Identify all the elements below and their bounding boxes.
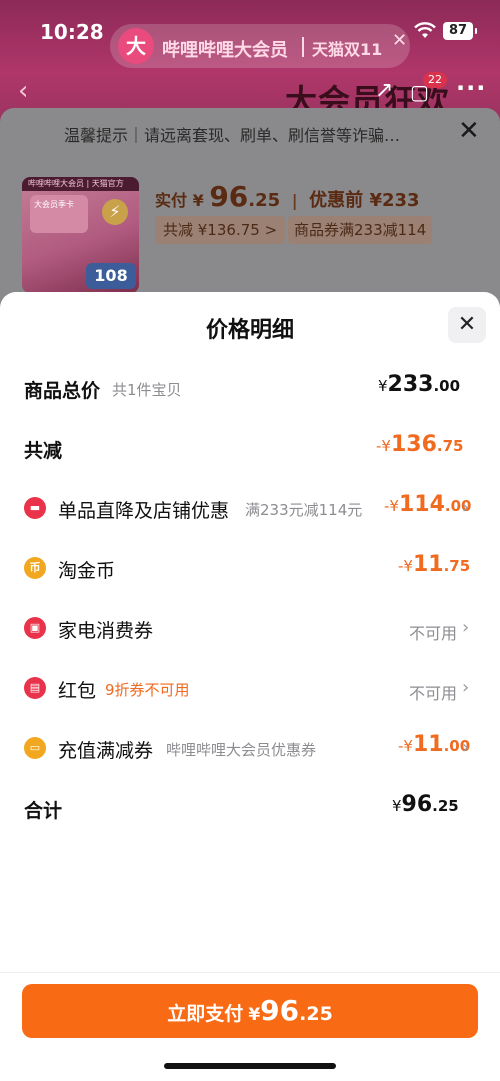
sheet-title: 价格明细 [205,318,294,343]
pay-dec: .25 [299,1003,333,1025]
row-coins: 币 淘金币 -¥11.75 [0,548,500,588]
row-amount: -¥11.00 [398,732,470,757]
row-total-price: 商品总价 共1件宝贝 ¥233.00 [0,368,500,408]
chevron-right-icon: › [462,617,470,638]
recharge-icon: ▭ [24,737,46,759]
row-title: 合计 [24,800,63,822]
amount-symbol: -¥ [384,497,399,515]
amount-int: 11 [412,552,444,577]
paid-price-line: 实付 ¥ 96.25 | 优惠前 ¥233 [155,180,420,213]
amount-dec: .00 [433,377,461,395]
chevron-right-icon: › [462,497,470,518]
row-sub: 满233元减114元 [245,501,363,519]
row-title: 充值满减券 [58,740,154,762]
pay-now-button[interactable]: 立即支付 ¥96.25 [22,984,478,1038]
amount-dec: .25 [432,797,459,815]
amount-int: 233 [387,372,434,397]
coupon-chip: 商品券满233减114 [288,216,433,244]
row-title: 共减 [24,440,63,462]
row-title: 单品直降及店铺优惠 [58,500,230,522]
lightning-icon: ⚡ [102,199,128,225]
row-status: 不可用 [409,624,458,643]
capsule-close-icon[interactable]: ✕ [392,30,407,51]
home-indicator [164,1063,336,1069]
price-before-discount: 优惠前 ¥233 [309,190,420,211]
row-title: 淘金币 [58,560,116,582]
share-icon[interactable]: ↗ [375,78,393,103]
thumbnail-price-badge: 108 [86,263,136,289]
amount-symbol: -¥ [398,737,413,755]
amount-dec: .75 [443,557,471,575]
amount-symbol: -¥ [398,557,413,575]
capsule-divider [302,37,304,57]
amount-symbol: ¥ [378,377,388,395]
status-time: 10:28 [40,20,104,44]
red-packet-icon: ▤ [24,677,46,699]
voucher-icon: ▣ [24,617,46,639]
pay-currency: ¥ [248,1005,261,1025]
paid-label: 实付 [155,191,188,210]
total-discount-chip[interactable]: 共减 ¥136.75 > [155,216,286,244]
more-icon[interactable]: ··· [456,74,486,102]
row-amount: ¥96.25 [392,792,459,817]
row-amount: -¥136.75 [376,432,463,457]
sheet-close-icon[interactable]: ✕ [448,307,486,343]
battery-indicator: 87 [443,22,477,40]
chevron-right-icon: › [462,677,470,698]
row-red-packet[interactable]: ▤ 红包 9折券不可用 不可用 › [0,668,500,708]
row-title: 家电消费券 [58,620,154,642]
row-title: 红包 [58,680,97,702]
paid-currency: ¥ [192,191,204,210]
thumbnail-card: 大会员季卡 [30,195,88,233]
row-appliance-voucher[interactable]: ▣ 家电消费券 不可用 › [0,608,500,648]
row-amount: -¥114.00 [384,492,471,517]
notice-close-icon[interactable]: ✕ [458,116,480,146]
row-title: 商品总价 [24,380,101,402]
product-thumbnail[interactable]: 哔哩哔哩大会员 | 天猫官方 大会员季卡 ⚡ 108 [22,177,139,293]
safety-notice: 温馨提示｜请远离套现、刷单、刷信誉等诈骗… [64,126,401,145]
chevron-right-icon: › [462,737,470,758]
pay-int: 96 [260,994,300,1027]
amount-int: 114 [398,492,445,517]
paid-dec: .25 [248,190,281,211]
row-amount: -¥11.75 [398,552,470,577]
amount-int: 96 [401,792,433,817]
amount-symbol: ¥ [392,797,402,815]
back-arrow-icon[interactable]: ‹ [18,76,28,106]
shop-icon: ▬ [24,497,46,519]
row-sub: 共1件宝贝 [112,381,182,399]
footer-divider [0,972,500,973]
row-amount: ¥233.00 [378,372,460,397]
paid-int: 96 [209,180,249,213]
coin-icon: 币 [24,557,46,579]
amount-int: 136 [390,432,437,457]
row-grand-total: 合计 ¥96.25 [0,788,500,828]
row-total-discount: 共减 -¥136.75 [0,428,500,468]
event-tag: 天猫双11 [312,40,383,59]
brand-title: 哔哩哔哩大会员 [162,40,288,61]
wifi-icon [414,22,436,38]
row-sub: 哔哩哔哩大会员优惠券 [166,741,317,759]
tmall-logo: 大 [118,28,154,64]
price-detail-sheet: 价格明细 ✕ 商品总价 共1件宝贝 ¥233.00 共减 -¥136.75 ▬ … [0,292,500,1081]
row-recharge-coupon[interactable]: ▭ 充值满减券 哔哩哔哩大会员优惠券 -¥11.00 › [0,728,500,768]
row-shop-discount[interactable]: ▬ 单品直降及店铺优惠 满233元减114元 -¥114.00 › [0,488,500,528]
row-status: 不可用 [409,684,458,703]
row-sub: 9折券不可用 [105,681,190,699]
thumbnail-header: 哔哩哔哩大会员 | 天猫官方 [22,177,139,191]
amount-int: 11 [412,732,444,757]
amount-symbol: -¥ [376,437,391,455]
amount-dec: .75 [436,437,464,455]
pay-label: 立即支付 [167,1003,244,1025]
cart-count-badge: 22 [423,72,447,88]
price-separator: | [291,191,298,210]
